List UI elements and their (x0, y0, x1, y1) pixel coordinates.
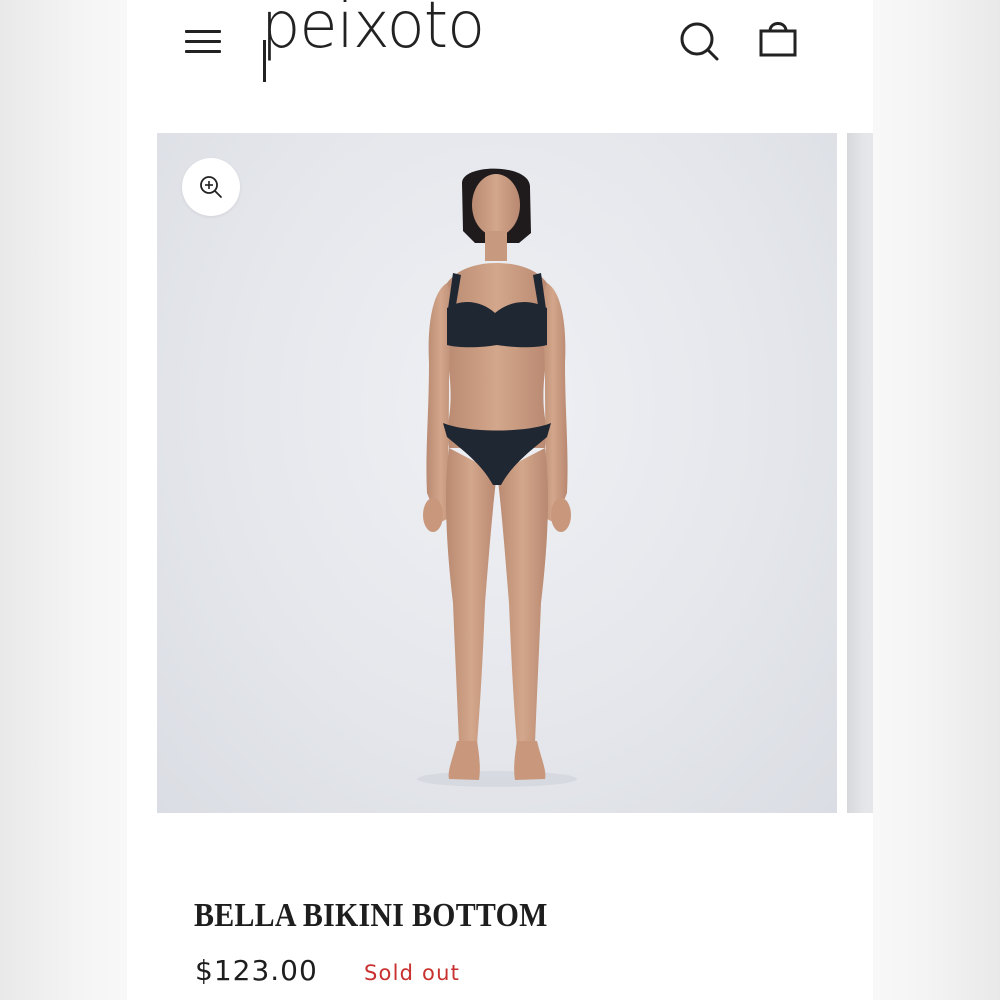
product-main-image[interactable] (157, 133, 837, 813)
left-backdrop (0, 0, 127, 1000)
availability-badge: Sold out (364, 961, 461, 985)
zoom-in-icon[interactable] (182, 158, 240, 216)
shopping-bag-icon[interactable] (755, 16, 801, 60)
search-icon[interactable] (676, 18, 720, 62)
site-header: peixoto (127, 0, 873, 110)
right-backdrop (873, 0, 1000, 1000)
product-page: peixoto BELLA BIKINI BOTTOM $123.00 Sold… (127, 0, 873, 1000)
logo-descender (263, 40, 266, 82)
product-gallery[interactable] (157, 133, 873, 813)
model-photo (417, 168, 577, 787)
product-price: $123.00 (195, 954, 318, 987)
brand-logo[interactable]: peixoto (261, 0, 485, 58)
next-product-image[interactable] (847, 133, 873, 813)
hamburger-menu-icon[interactable] (183, 24, 223, 58)
product-title: BELLA BIKINI BOTTOM (194, 896, 548, 934)
